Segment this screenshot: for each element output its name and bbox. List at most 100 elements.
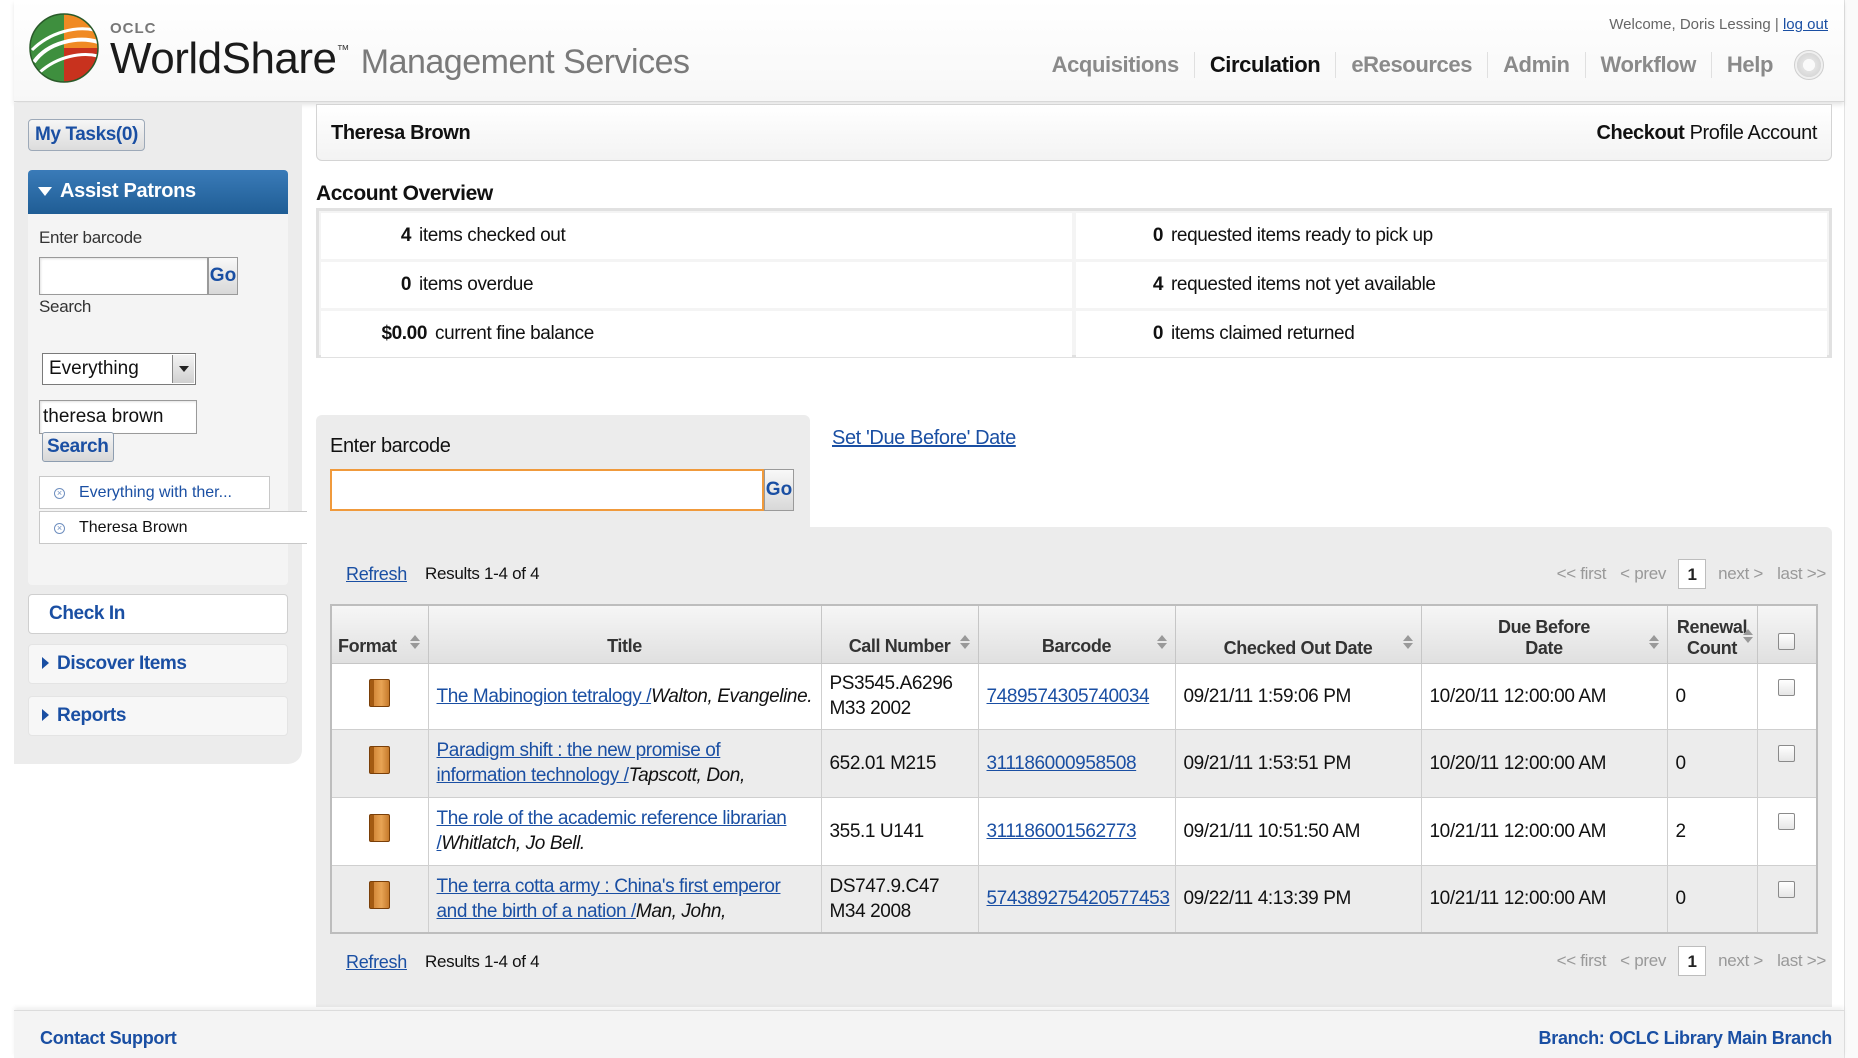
due-date-cell: 10/21/11 12:00:00 AM <box>1420 796 1668 866</box>
column-title[interactable]: Title <box>427 604 822 664</box>
nav-workflow[interactable]: Workflow <box>1584 52 1711 78</box>
pager-last[interactable]: last >> <box>1777 951 1826 971</box>
sort-icon[interactable] <box>1648 634 1659 649</box>
app-footer: Contact Support Branch: OCLC Library Mai… <box>14 1010 1844 1058</box>
sort-icon[interactable] <box>1402 634 1413 649</box>
call-number-cell: DS747.9.C47 M34 2008 <box>820 864 979 934</box>
search-crumb-patron[interactable]: × Theresa Brown <box>39 511 307 544</box>
results-summary-top: Results 1-4 of 4 <box>425 564 540 583</box>
select-all-checkbox[interactable] <box>1778 632 1796 650</box>
account-overview-table: 4 items checked out 0 items overdue $0.00 c… <box>316 208 1832 358</box>
pager-next[interactable]: next > <box>1718 564 1763 584</box>
table-row: The terra cotta army : China's first emp… <box>330 864 1818 934</box>
tab-checkout[interactable]: Checkout <box>1596 122 1684 144</box>
checkout-barcode-input[interactable] <box>330 469 764 511</box>
barcode-link[interactable]: 7489574305740034 <box>987 686 1150 707</box>
column-label: Title <box>607 635 642 656</box>
table-row: The role of the academic reference libra… <box>330 796 1818 866</box>
renewal-count-cell: 0 <box>1666 728 1758 798</box>
pager-last[interactable]: last >> <box>1777 564 1826 584</box>
refresh-link-bottom[interactable]: Refresh <box>346 952 407 973</box>
row-checkbox[interactable] <box>1778 880 1796 898</box>
overview-value: 4 <box>400 225 412 246</box>
barcode-link[interactable]: 311186001562773 <box>987 821 1137 842</box>
reports-section[interactable]: Reports <box>28 696 288 736</box>
author-text: Tapscott, Don, <box>628 765 746 786</box>
pager-first[interactable]: << first <box>1557 564 1607 584</box>
overview-value: 0 <box>1152 323 1164 344</box>
pager-current-page[interactable]: 1 <box>1678 946 1707 976</box>
check-in-label: Check In <box>49 603 125 624</box>
logout-link[interactable]: log out <box>1783 16 1828 33</box>
row-checkbox[interactable] <box>1778 744 1796 762</box>
overview-label: items overdue <box>419 274 534 295</box>
my-tasks-button[interactable]: My Tasks(0) <box>28 119 145 151</box>
expand-triangle-icon <box>42 657 49 669</box>
pager-next[interactable]: next > <box>1718 951 1763 971</box>
row-checkbox[interactable] <box>1778 678 1796 696</box>
nav-help[interactable]: Help <box>1710 52 1788 78</box>
sort-icon[interactable] <box>1156 634 1167 649</box>
patron-barcode-go-button[interactable]: Go <box>208 257 238 295</box>
select-cell <box>1756 662 1818 730</box>
column-checked-out-date[interactable]: Checked Out Date <box>1174 604 1422 664</box>
checkout-go-button[interactable]: Go <box>764 469 794 511</box>
call-number-cell: PS3545.A6296 M33 2002 <box>820 662 979 730</box>
remove-crumb-icon[interactable]: × <box>54 488 65 499</box>
patron-search-button[interactable]: Search <box>42 432 114 462</box>
nav-eresources[interactable]: eResources <box>1335 52 1487 78</box>
patron-barcode-input[interactable] <box>39 257 208 295</box>
tab-profile-account[interactable]: Profile Account <box>1690 122 1818 144</box>
title-link[interactable]: The Mabinogion tetralogy / <box>437 686 652 707</box>
search-scope-value: Everything <box>49 358 139 379</box>
welcome-message: Welcome, Doris Lessing | log out <box>1609 16 1828 33</box>
checked-out-cell: 09/21/11 10:51:50 AM <box>1174 796 1422 866</box>
check-in-link[interactable]: Check In <box>28 594 288 634</box>
column-due-before-date[interactable]: Due Before Date <box>1420 604 1668 664</box>
author-text: Man, John, <box>635 900 726 922</box>
select-cell <box>1756 728 1818 798</box>
page-scrollbar[interactable] <box>1844 0 1858 1058</box>
pager-current-page[interactable]: 1 <box>1678 559 1707 589</box>
sort-icon[interactable] <box>409 634 420 649</box>
row-checkbox[interactable] <box>1778 812 1796 830</box>
book-icon <box>369 678 391 707</box>
brand-worldshare: WorldShare <box>110 34 337 83</box>
overview-label: requested items ready to pick up <box>1171 225 1433 246</box>
assist-patrons-header[interactable]: Assist Patrons <box>28 170 288 214</box>
barcode-link[interactable]: 311186000958508 <box>987 753 1137 774</box>
pager-prev[interactable]: < prev <box>1620 564 1666 584</box>
checkout-barcode-label: Enter barcode <box>330 435 451 457</box>
discover-items-section[interactable]: Discover Items <box>28 644 288 684</box>
refresh-link-top[interactable]: Refresh <box>346 564 407 585</box>
remove-crumb-icon[interactable]: × <box>54 523 65 534</box>
branch-label[interactable]: Branch: OCLC Library Main Branch <box>1539 1028 1833 1049</box>
nav-acquisitions[interactable]: Acquisitions <box>1037 52 1194 78</box>
overview-value: $0.00 <box>381 323 427 344</box>
set-due-before-date-link[interactable]: Set 'Due Before' Date <box>832 427 1016 450</box>
sidebar: My Tasks(0) Assist Patrons Enter barcode… <box>14 103 307 764</box>
column-renewal-count[interactable]: Renewal Count <box>1666 604 1758 664</box>
search-scope-select[interactable]: Everything <box>42 353 196 385</box>
format-cell <box>330 662 429 730</box>
nav-circulation[interactable]: Circulation <box>1193 52 1336 78</box>
pager-prev[interactable]: < prev <box>1620 951 1666 971</box>
settings-orb-icon[interactable] <box>1794 50 1824 80</box>
patron-search-input[interactable]: theresa brown <box>39 400 197 434</box>
column-barcode[interactable]: Barcode <box>977 604 1176 664</box>
search-crumb-everything[interactable]: × Everything with ther... <box>39 476 270 509</box>
search-label: Search <box>39 297 92 316</box>
contact-support-link[interactable]: Contact Support <box>40 1028 177 1049</box>
sort-icon[interactable] <box>1742 628 1753 643</box>
column-format[interactable]: Format <box>330 604 429 664</box>
title-link[interactable]: The terra cotta army : China's first emp… <box>437 876 781 922</box>
overview-overdue: 0 items overdue <box>321 262 1072 308</box>
top-navigation: Acquisitions Circulation eResources Admi… <box>1037 50 1824 80</box>
sort-icon[interactable] <box>959 634 970 649</box>
pager-first[interactable]: << first <box>1557 951 1607 971</box>
column-label: Checked Out Date <box>1223 637 1373 658</box>
nav-admin[interactable]: Admin <box>1487 52 1584 78</box>
column-label: Format <box>338 635 397 656</box>
column-call-number[interactable]: Call Number <box>820 604 979 664</box>
barcode-link[interactable]: 574389275420577453 <box>987 888 1170 909</box>
